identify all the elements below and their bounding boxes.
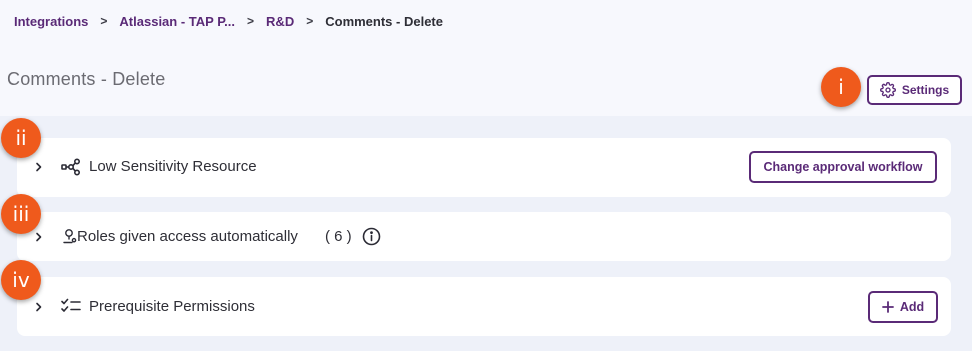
info-icon[interactable] [362,227,381,246]
annotation-badge-2: ii [1,118,41,158]
breadcrumb-rd[interactable]: R&D [266,14,294,29]
roles-label: Roles given access automatically [77,228,298,245]
plus-icon [881,301,894,313]
breadcrumb-separator: > [247,14,255,28]
add-button-label: Add [899,300,925,314]
prerequisites-label: Prerequisite Permissions [89,298,255,315]
breadcrumb-atlassian[interactable]: Atlassian - TAP P... [119,14,235,29]
annotation-badge-4: iv [1,260,41,300]
sensitivity-section: Low Sensitivity Resource Change approval… [17,138,951,197]
chevron-right-icon[interactable] [34,232,44,242]
breadcrumb-separator: > [306,14,314,28]
chevron-right-icon[interactable] [34,162,44,172]
prerequisites-section: Prerequisite Permissions Add [17,277,951,336]
change-approval-workflow-label: Change approval workflow [763,160,923,174]
change-approval-workflow-button[interactable]: Change approval workflow [749,151,937,183]
settings-button-label: Settings [901,83,950,97]
breadcrumb-separator: > [100,14,108,28]
breadcrumb-current: Comments - Delete [325,13,443,29]
workflow-icon [61,158,81,176]
chevron-right-icon[interactable] [34,302,44,312]
annotation-badge-1: i [821,67,861,107]
checklist-icon [61,298,81,314]
roles-section: Roles given access automatically ( 6 ) [17,212,951,261]
add-permission-button[interactable]: Add [868,291,938,323]
gear-icon [879,82,896,98]
breadcrumb-integrations[interactable]: Integrations [14,14,88,29]
annotation-badge-3: iii [1,194,41,234]
settings-button[interactable]: Settings [867,75,962,105]
roles-count: ( 6 ) [325,228,352,245]
breadcrumb: Integrations > Atlassian - TAP P... > R&… [14,12,443,30]
page-title: Comments - Delete [7,69,166,89]
user-key-icon [63,228,77,244]
sensitivity-label: Low Sensitivity Resource [89,158,257,175]
